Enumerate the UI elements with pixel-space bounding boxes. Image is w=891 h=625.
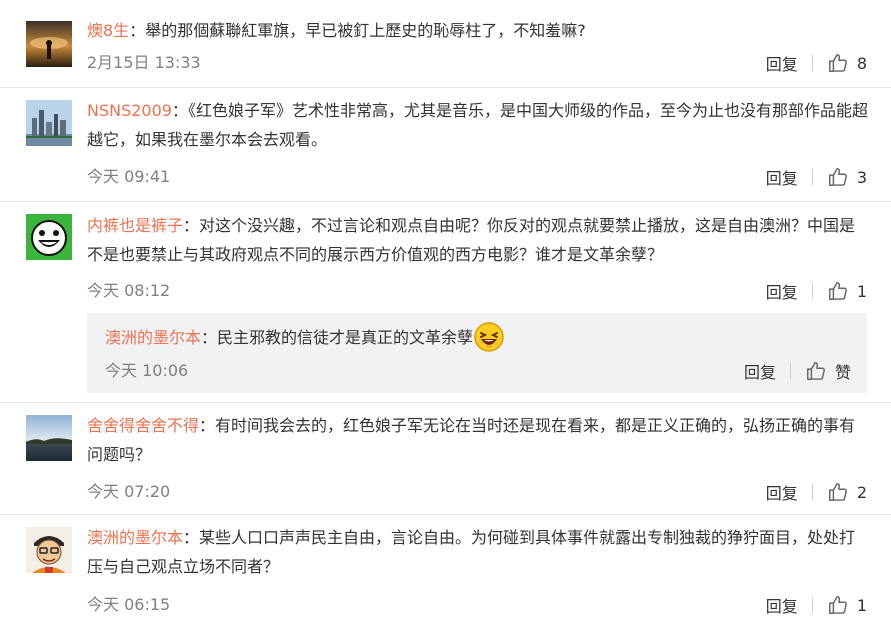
comment-actions: 回复 2 bbox=[766, 480, 867, 504]
avatar[interactable] bbox=[26, 415, 72, 461]
avatar[interactable] bbox=[26, 21, 72, 67]
reply-button[interactable]: 回复 bbox=[744, 359, 776, 383]
like-count: 1 bbox=[856, 281, 867, 301]
comment-actions: 回复 3 bbox=[766, 165, 867, 189]
comment-body: 某些人口口声声民主自由，言论自由。为何碰到具体事件就露出专制独裁的狰狞面目，处处… bbox=[87, 528, 856, 576]
thumbs-up-icon bbox=[807, 362, 825, 380]
comment-list: 燠8生：舉的那個蘇聯紅軍旗，早已被釘上歷史的恥辱柱了，不知羞嘛? 2月15日 1… bbox=[0, 0, 891, 625]
reply-button[interactable]: 回复 bbox=[766, 51, 798, 75]
comment-timestamp: 今天 07:20 bbox=[87, 482, 171, 501]
thumbs-up-icon bbox=[828, 168, 847, 186]
comment-username[interactable]: NSNS2009 bbox=[87, 101, 172, 120]
comment-body: 舉的那個蘇聯紅軍旗，早已被釘上歷史的恥辱柱了，不知羞嘛? bbox=[145, 21, 586, 40]
comment-text-block: 内裤也是裤子：对这个没兴趣，不过言论和观点自由呢？你反对的观点就要禁止播放，这是… bbox=[87, 216, 856, 264]
reply-button[interactable]: 回复 bbox=[766, 279, 798, 303]
reply-text-block: 澳洲的墨尔本：民主邪教的信徒才是真正的文革余孽 bbox=[105, 321, 849, 354]
like-count: 1 bbox=[856, 595, 867, 615]
comment-text-block: 燠8生：舉的那個蘇聯紅軍旗，早已被釘上歷史的恥辱柱了，不知羞嘛? bbox=[87, 21, 586, 40]
comment-timestamp: 2月15日 13:33 bbox=[87, 53, 201, 72]
reply-button[interactable]: 回复 bbox=[766, 593, 798, 617]
comment-username[interactable]: 舍舍得舍舍不得 bbox=[87, 416, 199, 435]
avatar[interactable] bbox=[26, 100, 72, 146]
like-count: 3 bbox=[856, 167, 867, 187]
thumbs-up-icon bbox=[828, 54, 847, 72]
nested-reply: 澳洲的墨尔本：民主邪教的信徒才是真正的文革余孽 今天 10:06 回复 赞 bbox=[87, 313, 867, 393]
comment-item: 澳洲的墨尔本：某些人口口声声民主自由，言论自由。为何碰到具体事件就露出专制独裁的… bbox=[0, 515, 891, 625]
like-button[interactable]: 3 bbox=[827, 166, 867, 188]
comment-timestamp: 今天 06:15 bbox=[87, 595, 171, 614]
laughing-emoji-icon bbox=[473, 321, 505, 353]
comment-item: NSNS2009：《红色娘子军》艺术性非常高，尤其是音乐，是中国大师级的作品，至… bbox=[0, 88, 891, 202]
action-divider bbox=[811, 55, 813, 71]
comment-text-block: NSNS2009：《红色娘子军》艺术性非常高，尤其是音乐，是中国大师级的作品，至… bbox=[87, 101, 868, 149]
like-button[interactable]: 2 bbox=[827, 481, 867, 503]
like-button[interactable]: 8 bbox=[827, 52, 867, 74]
avatar[interactable] bbox=[26, 527, 72, 573]
comment-actions: 回复 8 bbox=[766, 51, 867, 75]
comment-item: 内裤也是裤子：对这个没兴趣，不过言论和观点自由呢？你反对的观点就要禁止播放，这是… bbox=[0, 202, 891, 403]
thumbs-up-icon bbox=[828, 596, 847, 614]
comment-username[interactable]: 澳洲的墨尔本 bbox=[87, 528, 183, 547]
reply-button[interactable]: 回复 bbox=[766, 165, 798, 189]
action-divider bbox=[811, 169, 813, 185]
comment-body: 对这个没兴趣，不过言论和观点自由呢？你反对的观点就要禁止播放，这是自由澳洲？中国… bbox=[87, 216, 856, 264]
reply-actions: 回复 赞 bbox=[744, 359, 851, 383]
comment-timestamp: 今天 09:41 bbox=[87, 167, 171, 186]
comment-body: 《红色娘子军》艺术性非常高，尤其是音乐，是中国大师级的作品，至今为止也没有那部作… bbox=[87, 101, 868, 149]
like-button[interactable]: 1 bbox=[827, 594, 867, 616]
comment-timestamp: 今天 08:12 bbox=[87, 281, 171, 300]
action-divider bbox=[811, 484, 813, 500]
reply-body: 民主邪教的信徒才是真正的文革余孽 bbox=[217, 328, 474, 347]
comment-text-block: 澳洲的墨尔本：某些人口口声声民主自由，言论自由。为何碰到具体事件就露出专制独裁的… bbox=[87, 528, 856, 576]
like-count: 2 bbox=[856, 482, 867, 502]
like-button[interactable]: 1 bbox=[827, 280, 867, 302]
comment-item: 舍舍得舍舍不得：有时间我会去的，红色娘子军无论在当时还是现在看来，都是正义正确的… bbox=[0, 403, 891, 515]
like-count: 8 bbox=[856, 53, 867, 73]
action-divider bbox=[789, 363, 791, 379]
comment-text-block: 舍舍得舍舍不得：有时间我会去的，红色娘子军无论在当时还是现在看来，都是正义正确的… bbox=[87, 416, 856, 464]
action-divider bbox=[811, 597, 813, 613]
action-divider bbox=[811, 283, 813, 299]
comment-username[interactable]: 燠8生 bbox=[87, 21, 129, 40]
reply-username[interactable]: 澳洲的墨尔本 bbox=[105, 328, 201, 347]
comment-username[interactable]: 内裤也是裤子 bbox=[87, 216, 183, 235]
like-button[interactable]: 赞 bbox=[805, 359, 851, 383]
comment-item: 燠8生：舉的那個蘇聯紅軍旗，早已被釘上歷史的恥辱柱了，不知羞嘛? 2月15日 1… bbox=[0, 0, 891, 88]
reply-button[interactable]: 回复 bbox=[766, 480, 798, 504]
thumbs-up-icon bbox=[828, 282, 847, 300]
comment-actions: 回复 1 bbox=[766, 279, 867, 303]
thumbs-up-icon bbox=[828, 483, 847, 501]
comment-actions: 回复 1 bbox=[766, 593, 867, 617]
like-label: 赞 bbox=[834, 363, 851, 382]
reply-timestamp: 今天 10:06 bbox=[105, 361, 189, 380]
avatar[interactable] bbox=[26, 214, 72, 260]
